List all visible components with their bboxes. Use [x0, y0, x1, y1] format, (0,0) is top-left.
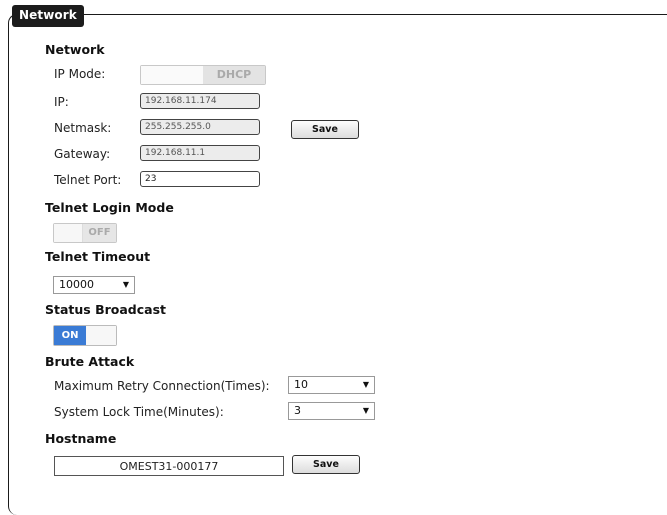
status-broadcast-toggle[interactable]: ON	[53, 325, 117, 346]
netmask-field[interactable]: 255.255.255.0	[140, 119, 260, 135]
hostname-heading: Hostname	[45, 431, 117, 446]
telnet-timeout-select[interactable]: 10000 ▼	[53, 276, 135, 294]
ip-mode-toggle-knob	[141, 66, 204, 84]
max-retry-select[interactable]: 10 ▼	[288, 376, 375, 394]
gateway-label: Gateway:	[54, 147, 111, 161]
gateway-field[interactable]: 192.168.11.1	[140, 145, 260, 161]
ip-mode-label: IP Mode:	[54, 67, 106, 81]
telnet-login-state: OFF	[83, 224, 116, 242]
telnet-timeout-value: 10000	[59, 278, 94, 291]
netmask-label: Netmask:	[54, 121, 112, 135]
hostname-field[interactable]: OMEST31-000177	[54, 456, 284, 476]
ip-label: IP:	[54, 95, 69, 109]
lock-time-select[interactable]: 3 ▼	[288, 402, 375, 420]
ip-mode-state: DHCP	[203, 66, 265, 84]
status-broadcast-toggle-knob	[87, 326, 116, 345]
telnet-login-toggle-knob	[54, 224, 83, 242]
telnet-login-heading: Telnet Login Mode	[45, 200, 174, 215]
section-title: Network	[12, 5, 84, 27]
ip-field[interactable]: 192.168.11.174	[140, 93, 260, 109]
max-retry-value: 10	[294, 378, 308, 391]
status-broadcast-state: ON	[54, 326, 86, 345]
network-save-button[interactable]: Save	[291, 120, 359, 139]
brute-attack-heading: Brute Attack	[45, 354, 135, 369]
chevron-down-icon: ▼	[362, 380, 369, 389]
network-heading: Network	[45, 42, 105, 57]
chevron-down-icon: ▼	[362, 406, 369, 415]
lock-time-value: 3	[294, 404, 301, 417]
chevron-down-icon: ▼	[122, 280, 129, 289]
telnet-timeout-heading: Telnet Timeout	[45, 249, 151, 264]
max-retry-label: Maximum Retry Connection(Times):	[54, 379, 270, 393]
hostname-save-button[interactable]: Save	[292, 455, 360, 474]
lock-time-label: System Lock Time(Minutes):	[54, 405, 224, 419]
telnet-login-toggle[interactable]: OFF	[53, 223, 117, 243]
status-broadcast-heading: Status Broadcast	[45, 302, 167, 317]
telnet-port-label: Telnet Port:	[54, 173, 122, 187]
ip-mode-toggle[interactable]: DHCP	[140, 65, 266, 85]
telnet-port-field[interactable]: 23	[140, 171, 260, 187]
